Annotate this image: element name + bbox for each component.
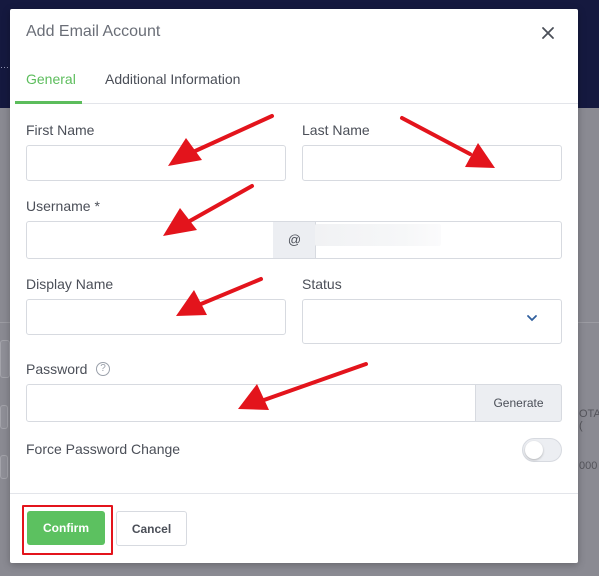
tab-general[interactable]: General <box>26 71 76 87</box>
background-field <box>0 405 8 429</box>
first-name-input[interactable] <box>26 145 286 181</box>
background-text: OTA ( <box>579 408 599 432</box>
help-icon[interactable]: ? <box>96 362 110 376</box>
last-name-input[interactable] <box>302 145 562 181</box>
first-name-label: First Name <box>26 122 95 138</box>
close-button[interactable] <box>537 22 559 44</box>
active-tab-indicator <box>15 101 82 104</box>
password-input[interactable] <box>26 384 476 422</box>
close-icon <box>542 27 554 39</box>
cancel-button[interactable]: Cancel <box>116 511 187 546</box>
status-select[interactable] <box>302 299 562 344</box>
chevron-down-icon <box>527 315 537 322</box>
toggle-knob <box>525 441 543 459</box>
tab-additional-information[interactable]: Additional Information <box>105 71 240 87</box>
force-password-change-toggle[interactable] <box>522 438 562 462</box>
background-text: 000 <box>579 460 598 472</box>
force-password-change-label: Force Password Change <box>26 441 181 457</box>
redacted-domain <box>315 224 441 246</box>
annotation-highlight-box <box>22 505 113 555</box>
display-name-input[interactable] <box>26 299 286 335</box>
background-breadcrumb: ⋯ <box>0 62 9 72</box>
background-field <box>0 340 10 378</box>
display-name-label: Display Name <box>26 276 114 292</box>
status-label: Status <box>302 276 342 292</box>
last-name-label: Last Name <box>302 122 370 138</box>
modal-title: Add Email Account <box>26 23 161 40</box>
at-symbol-addon: @ <box>273 221 316 259</box>
background-field <box>0 455 8 479</box>
username-label: Username * <box>26 198 100 214</box>
generate-password-button[interactable]: Generate <box>475 384 562 422</box>
password-label: Password <box>26 361 88 377</box>
footer-divider <box>10 493 578 494</box>
username-input[interactable] <box>26 221 274 259</box>
tabs-divider <box>15 103 578 104</box>
